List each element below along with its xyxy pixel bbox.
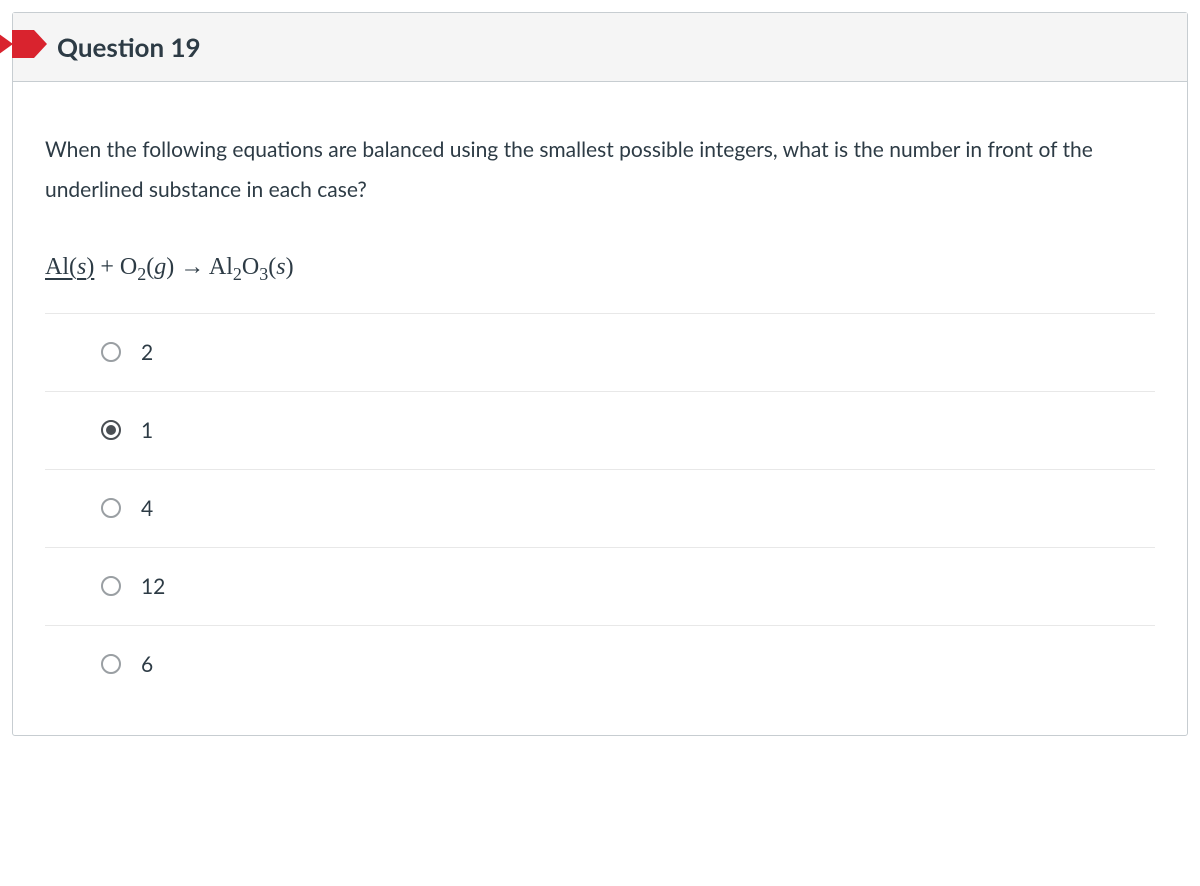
bookmark-flag-icon[interactable] bbox=[12, 30, 34, 58]
option-row[interactable]: 6 bbox=[45, 626, 1155, 703]
option-row[interactable]: 2 bbox=[45, 314, 1155, 392]
question-title: Question 19 bbox=[57, 31, 1167, 63]
option-row[interactable]: 1 bbox=[45, 392, 1155, 470]
options-list: 2 1 4 12 6 bbox=[45, 313, 1155, 703]
radio-button[interactable] bbox=[101, 576, 121, 596]
option-label: 4 bbox=[141, 496, 153, 521]
option-row[interactable]: 4 bbox=[45, 470, 1155, 548]
radio-button[interactable] bbox=[101, 420, 121, 440]
option-label: 2 bbox=[141, 340, 153, 365]
question-body: When the following equations are balance… bbox=[13, 82, 1187, 735]
radio-button[interactable] bbox=[101, 498, 121, 518]
option-label: 6 bbox=[141, 652, 153, 677]
question-prompt: When the following equations are balance… bbox=[45, 130, 1155, 210]
option-row[interactable]: 12 bbox=[45, 548, 1155, 626]
question-header: Question 19 bbox=[13, 13, 1187, 82]
question-container: Question 19 When the following equations… bbox=[12, 12, 1188, 736]
radio-button[interactable] bbox=[101, 342, 121, 362]
radio-button[interactable] bbox=[101, 654, 121, 674]
chemical-equation: Al(s) + O2(g) → Al2O3(s) bbox=[45, 254, 1155, 281]
option-label: 12 bbox=[141, 574, 165, 599]
option-label: 1 bbox=[141, 418, 153, 443]
underlined-species: Al(s) bbox=[45, 254, 94, 280]
